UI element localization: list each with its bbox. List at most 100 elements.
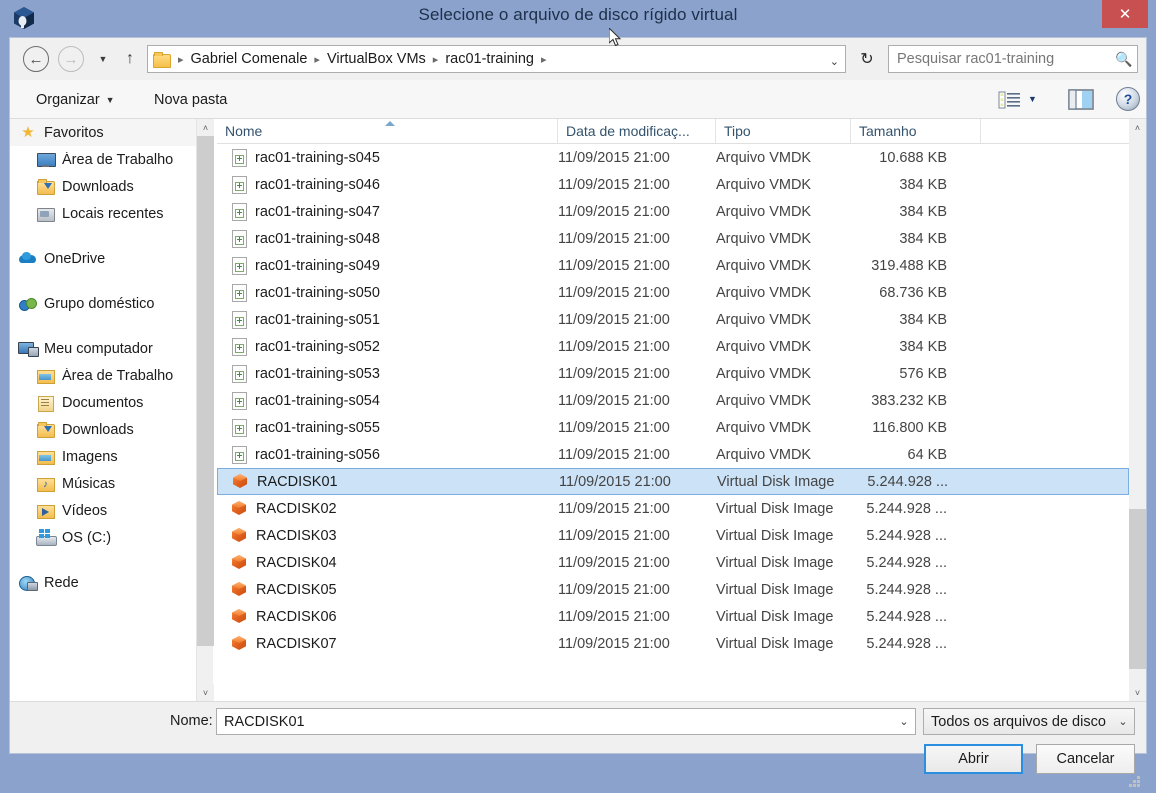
breadcrumb-item-virtualbox-vms[interactable]: VirtualBox VMs [325,51,428,67]
up-one-level-button[interactable]: ↑ [120,48,140,70]
sidebar-item-onedrive[interactable]: OneDrive [10,245,196,272]
filename-input[interactable] [222,710,893,733]
table-row[interactable]: rac01-training-s05511/09/2015 21:00Arqui… [217,414,1129,441]
sidebar-item-downloads[interactable]: Downloads [10,416,196,443]
sidebar-item-rede[interactable]: Rede [10,569,196,596]
sidebar-item-os-c[interactable]: OS (C:) [10,524,196,551]
sidebar-item-label: OS (C:) [62,530,111,546]
sidebar-item-favoritos[interactable]: ★Favoritos [10,119,196,146]
organize-label: Organizar [36,92,100,108]
search-input[interactable] [895,47,1111,71]
sidebar-scroll-down-button[interactable]: ˅ [197,684,214,701]
table-row[interactable]: rac01-training-s04811/09/2015 21:00Arqui… [217,225,1129,252]
sidebar-item-m-sicas[interactable]: ♪Músicas [10,470,196,497]
file-date-cell: 11/09/2015 21:00 [558,555,708,571]
file-date-cell: 11/09/2015 21:00 [558,285,708,301]
file-list-scrollbar[interactable]: ˄ ˅ [1129,119,1146,701]
sidebar-scroll-thumb[interactable] [197,136,214,646]
list-scroll-up-button[interactable]: ˄ [1129,119,1146,136]
table-row[interactable]: RACDISK0411/09/2015 21:00Virtual Disk Im… [217,549,1129,576]
file-name-cell: rac01-training-s049 [231,257,380,274]
preview-pane-icon[interactable] [1068,88,1094,111]
file-date-cell: 11/09/2015 21:00 [559,474,709,490]
table-row[interactable]: RACDISK0711/09/2015 21:00Virtual Disk Im… [217,630,1129,657]
organize-button[interactable]: Organizar ▼ [30,89,121,111]
chevron-down-icon[interactable]: ▼ [1028,94,1037,104]
sidebar-scroll-up-button[interactable]: ˄ [197,119,214,136]
chevron-down-icon[interactable]: ⌄ [893,715,915,728]
chevron-down-icon[interactable]: ⌄ [830,55,839,68]
plus-glyph-icon [237,264,242,269]
list-scroll-thumb[interactable] [1129,509,1146,669]
sidebar-item-downloads[interactable]: Downloads [10,173,196,200]
sidebar-item-meu-computador[interactable]: Meu computador [10,335,196,362]
plus-glyph-icon [237,237,242,242]
file-name-cell: RACDISK02 [231,500,337,517]
table-row[interactable]: RACDISK0311/09/2015 21:00Virtual Disk Im… [217,522,1129,549]
recent-locations-button[interactable]: ▼ [94,52,112,66]
sidebar-item-v-deos[interactable]: Vídeos [10,497,196,524]
sidebar-item-rea-de-trabalho[interactable]: Área de Trabalho [10,362,196,389]
cancel-button[interactable]: Cancelar [1036,744,1135,774]
close-button[interactable]: ✕ [1102,0,1148,28]
help-button[interactable]: ? [1116,87,1140,111]
table-row[interactable]: rac01-training-s04611/09/2015 21:00Arqui… [217,171,1129,198]
table-row[interactable]: rac01-training-s04511/09/2015 21:00Arqui… [217,144,1129,171]
column-header-nome[interactable]: Nome [217,119,558,143]
sidebar-item-locais-recentes[interactable]: Locais recentes [10,200,196,227]
column-header-data-modificacao[interactable]: Data de modificaç... [558,119,716,143]
file-size-cell: 64 KB [847,447,947,463]
table-row[interactable]: rac01-training-s05211/09/2015 21:00Arqui… [217,333,1129,360]
breadcrumb-item-rac01-training[interactable]: rac01-training [443,51,536,67]
network-icon [18,574,38,592]
file-size-cell: 5.244.928 ... [848,474,948,490]
file-name-label: rac01-training-s052 [255,339,380,355]
breadcrumb-item-user[interactable]: Gabriel Comenale [189,51,310,67]
plus-glyph-icon [237,372,242,377]
dialog-client-area: ← → ▼ ↑ ▸ Gabriel Comenale ▸ VirtualBox … [9,37,1147,754]
sidebar-item-rea-de-trabalho[interactable]: Área de Trabalho [10,146,196,173]
sidebar-item-documentos[interactable]: Documentos [10,389,196,416]
resize-grip[interactable] [1129,776,1142,789]
table-row[interactable]: rac01-training-s04911/09/2015 21:00Arqui… [217,252,1129,279]
file-size-cell: 384 KB [847,231,947,247]
list-view-icon[interactable] [996,88,1024,112]
list-scroll-down-button[interactable]: ˅ [1129,684,1146,701]
table-row[interactable]: rac01-training-s05411/09/2015 21:00Arqui… [217,387,1129,414]
column-headers: Nome Data de modificaç... Tipo Tamanho [217,119,1129,144]
vmdk-file-icon [231,284,247,301]
table-row[interactable]: RACDISK0211/09/2015 21:00Virtual Disk Im… [217,495,1129,522]
table-row[interactable]: RACDISK0511/09/2015 21:00Virtual Disk Im… [217,576,1129,603]
table-row[interactable]: rac01-training-s05011/09/2015 21:00Arqui… [217,279,1129,306]
file-name-cell: rac01-training-s051 [231,311,380,328]
search-box[interactable]: 🔍 [888,45,1138,73]
table-row[interactable]: rac01-training-s05311/09/2015 21:00Arqui… [217,360,1129,387]
file-name-label: RACDISK04 [256,555,337,571]
column-header-tamanho[interactable]: Tamanho [851,119,981,143]
new-folder-button[interactable]: Nova pasta [148,89,233,111]
sidebar-scrollbar[interactable]: ˄ ˅ [196,119,213,701]
filename-combobox[interactable]: ⌄ [216,708,916,735]
pane-splitter[interactable] [214,119,216,701]
file-name-cell: rac01-training-s055 [231,419,380,436]
table-row[interactable]: rac01-training-s05611/09/2015 21:00Arqui… [217,441,1129,468]
breadcrumb[interactable]: ▸ Gabriel Comenale ▸ VirtualBox VMs ▸ ra… [147,45,846,73]
forward-button[interactable]: → [58,46,84,72]
plus-glyph-icon [237,210,242,215]
sidebar-item-imagens[interactable]: Imagens [10,443,196,470]
table-row[interactable]: rac01-training-s05111/09/2015 21:00Arqui… [217,306,1129,333]
file-size-cell: 576 KB [847,366,947,382]
table-row[interactable]: RACDISK0111/09/2015 21:00Virtual Disk Im… [217,468,1129,495]
table-row[interactable]: RACDISK0611/09/2015 21:00Virtual Disk Im… [217,603,1129,630]
sidebar-item-label: Grupo doméstico [44,296,154,312]
sidebar-group-gap [10,272,196,290]
file-size-cell: 10.688 KB [847,150,947,166]
search-icon[interactable]: 🔍 [1111,51,1137,68]
file-type-filter-dropdown[interactable]: Todos os arquivos de disco ⌄ [923,708,1135,735]
open-button[interactable]: Abrir [924,744,1023,774]
column-header-tipo[interactable]: Tipo [716,119,851,143]
table-row[interactable]: rac01-training-s04711/09/2015 21:00Arqui… [217,198,1129,225]
back-button[interactable]: ← [23,46,49,72]
sidebar-item-grupo-dom-stico[interactable]: Grupo doméstico [10,290,196,317]
refresh-button[interactable]: ↻ [853,45,881,73]
